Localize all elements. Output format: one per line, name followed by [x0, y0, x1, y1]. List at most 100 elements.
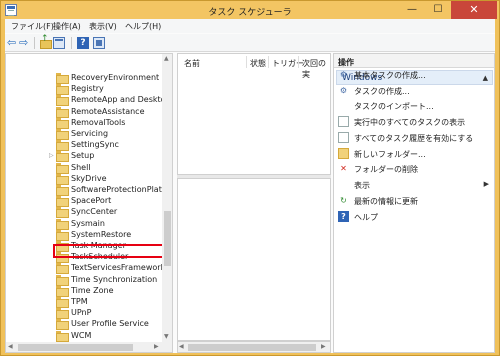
- action-item[interactable]: タスクのインポート...: [338, 100, 493, 112]
- tree-item[interactable]: Shell: [56, 162, 172, 174]
- tree-item[interactable]: Registry: [56, 83, 172, 96]
- tree-item[interactable]: ▷ Setup: [49, 150, 172, 163]
- folder-tree[interactable]: RecoveryEnvironment Registry RemoteApp and…: [5, 53, 173, 353]
- details-horizontal-scrollbar[interactable]: ◀ ▶: [177, 341, 331, 353]
- folder-icon: [56, 117, 69, 129]
- column-trigger[interactable]: トリガー: [272, 58, 304, 69]
- tree-item[interactable]: SettingSync: [56, 139, 172, 152]
- tree-item[interactable]: Time Synchronization: [56, 274, 172, 286]
- tree-item[interactable]: SkyDrive: [56, 173, 172, 185]
- tree-item[interactable]: RemoteApp and Desktop: [56, 94, 172, 107]
- action-item[interactable]: ⚙ タスクの作成...: [338, 85, 493, 97]
- tree-item-label: SettingSync: [71, 140, 119, 150]
- title-bar[interactable]: タスク スケジューラ — ☐ ✕: [1, 1, 499, 19]
- folder-icon: [56, 73, 69, 84]
- scroll-right-icon[interactable]: ▶: [154, 343, 159, 350]
- back-arrow-icon[interactable]: ⇦: [7, 37, 19, 49]
- tree-item[interactable]: SyncCenter: [56, 206, 172, 219]
- tree-item[interactable]: User Profile Service: [56, 318, 172, 331]
- column-next-run[interactable]: 次回の実: [302, 58, 330, 80]
- menu-file[interactable]: ファイル(F): [11, 21, 54, 32]
- folder-icon: [56, 196, 69, 208]
- refresh-icon: ↻: [340, 196, 347, 205]
- help-icon: ?: [338, 211, 349, 222]
- delete-icon: ✕: [340, 164, 347, 173]
- scroll-down-icon[interactable]: ▼: [164, 333, 169, 340]
- tree-item[interactable]: SystemRestore: [56, 229, 172, 241]
- tree-item[interactable]: WCM: [56, 330, 172, 342]
- create-task-icon: ⚙: [339, 86, 348, 95]
- tree-item-label: SyncCenter: [71, 207, 118, 217]
- task-list[interactable]: 名前 状態 トリガー 次回の実: [177, 53, 331, 175]
- tree-horizontal-scrollbar[interactable]: ◀ ▶: [6, 342, 172, 352]
- folder-icon: [56, 218, 69, 230]
- tree-item-label: TextServicesFramework: [71, 263, 166, 273]
- column-status[interactable]: 状態: [250, 58, 266, 69]
- action-item[interactable]: 新しいフォルダー...: [338, 148, 493, 160]
- scroll-left-icon[interactable]: ◀: [179, 343, 184, 350]
- column-divider: [268, 56, 269, 68]
- folder-icon: [56, 263, 69, 275]
- tree-item[interactable]: SoftwareProtectionPlatfo: [56, 184, 172, 196]
- scroll-left-icon[interactable]: ◀: [8, 343, 13, 350]
- tree-item[interactable]: TextServicesFramework: [56, 262, 172, 275]
- action-item[interactable]: ⚙ 基本タスクの作成...: [338, 69, 493, 81]
- help-icon[interactable]: ?: [77, 37, 89, 49]
- scroll-thumb[interactable]: [164, 211, 171, 266]
- action-item[interactable]: 実行中のすべてのタスクの表示: [338, 116, 493, 128]
- action-label: すべてのタスク履歴を有効にする: [354, 134, 474, 143]
- tree-item[interactable]: Servicing: [56, 128, 172, 140]
- tree-item[interactable]: RecoveryEnvironment: [56, 72, 172, 84]
- minimize-button[interactable]: —: [399, 1, 425, 19]
- tree-item-label: RemoteAssistance: [71, 106, 145, 116]
- tree-item[interactable]: TPM: [56, 296, 172, 308]
- folder-icon: [56, 229, 69, 241]
- action-item[interactable]: ? ヘルプ: [338, 211, 493, 223]
- tree-item-label: Setup: [71, 151, 95, 161]
- action-item[interactable]: すべてのタスク履歴を有効にする: [338, 132, 493, 144]
- folder-icon: [56, 185, 69, 196]
- action-item[interactable]: ✕ フォルダーの削除: [338, 163, 493, 175]
- client-area: ファイル(F) 操作(A) 表示(V) ヘルプ(H) ⇦ ⇨ ? Recover…: [5, 19, 495, 353]
- tree-item-label: SkyDrive: [71, 173, 107, 183]
- close-button[interactable]: ✕: [451, 1, 497, 19]
- column-divider: [298, 56, 299, 68]
- console-tree-icon[interactable]: [53, 37, 65, 49]
- tree-item[interactable]: UPnP: [56, 307, 172, 320]
- tree-item[interactable]: Time Zone: [56, 285, 172, 297]
- action-label: タスクの作成...: [354, 87, 410, 96]
- task-details-pane: [177, 178, 331, 341]
- menu-action[interactable]: 操作(A): [53, 21, 81, 32]
- menu-help[interactable]: ヘルプ(H): [125, 21, 161, 32]
- action-item[interactable]: ↻ 最新の情報に更新: [338, 195, 493, 207]
- folder-icon: [56, 308, 69, 320]
- maximize-button[interactable]: ☐: [425, 1, 451, 19]
- column-name[interactable]: 名前: [184, 58, 200, 69]
- tree-item[interactable]: RemovalTools: [56, 117, 172, 129]
- tree-item[interactable]: SpacePort: [56, 195, 172, 208]
- folder-icon: [56, 319, 69, 331]
- scroll-thumb[interactable]: [188, 344, 316, 351]
- submenu-arrow-icon: ▶: [483, 180, 489, 188]
- up-folder-icon[interactable]: [39, 34, 52, 49]
- folder-icon: [56, 140, 69, 152]
- scroll-up-icon[interactable]: ▲: [164, 55, 169, 62]
- tree-item-label: SoftwareProtectionPlatfo: [71, 185, 170, 194]
- scroll-right-icon[interactable]: ▶: [321, 343, 326, 350]
- expand-arrow-icon[interactable]: ▷: [49, 150, 54, 161]
- action-pane-icon[interactable]: [93, 37, 105, 49]
- folder-icon: [56, 95, 69, 107]
- folder-icon: [56, 162, 69, 174]
- menu-view[interactable]: 表示(V): [89, 21, 117, 32]
- tree-item-label: TPM: [71, 297, 88, 306]
- tree-vertical-scrollbar[interactable]: ▲ ▼: [162, 54, 172, 342]
- tree-item[interactable]: Sysmain: [56, 218, 172, 230]
- basic-task-icon: ⚙: [339, 70, 348, 79]
- tree-item[interactable]: RemoteAssistance: [56, 106, 172, 118]
- action-item[interactable]: 表示 ▶: [338, 179, 493, 191]
- forward-arrow-icon[interactable]: ⇨: [19, 37, 31, 49]
- tree-item-label: Sysmain: [71, 218, 105, 228]
- folder-icon: [56, 84, 69, 96]
- scroll-thumb[interactable]: [18, 344, 133, 351]
- actions-header-label: 操作: [338, 58, 354, 67]
